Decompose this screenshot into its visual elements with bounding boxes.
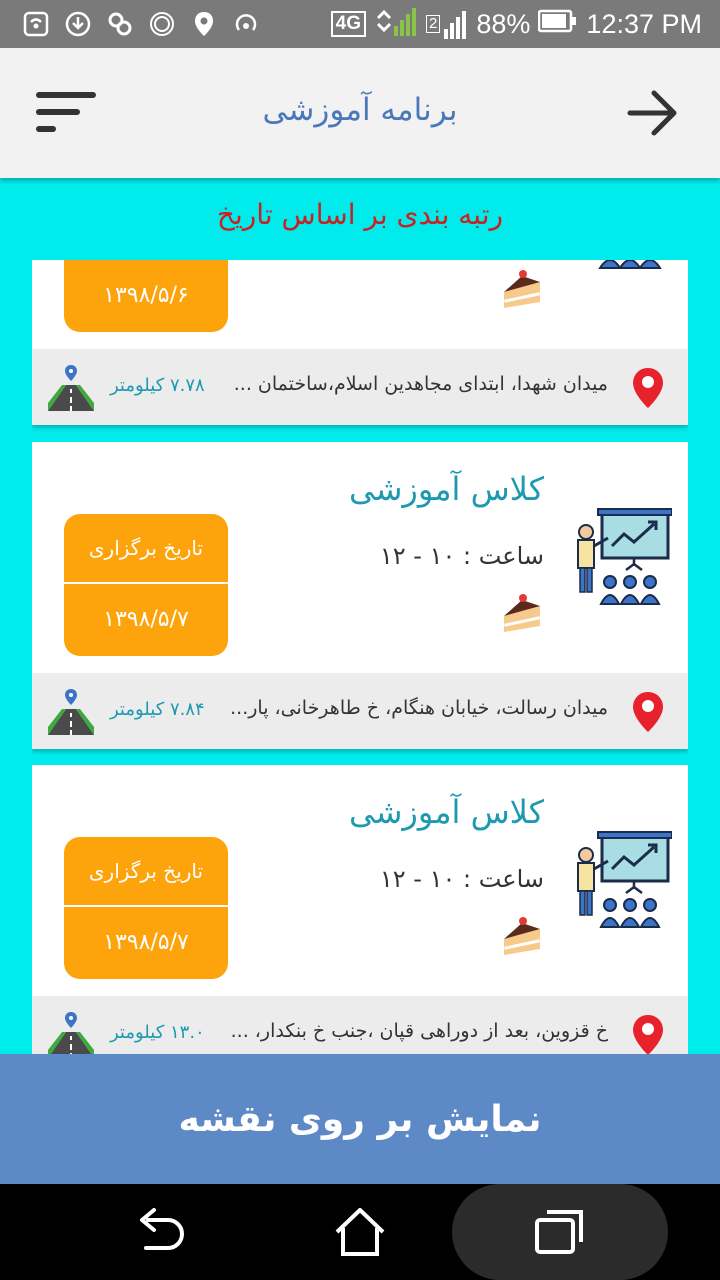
- battery-percent: 88%: [476, 8, 531, 39]
- sort-label[interactable]: رتبه بندی بر اساس تاریخ: [0, 198, 720, 231]
- network-type: 4G: [330, 11, 367, 37]
- address-bar[interactable]: میدان رسالت، خیابان هنگام، خ طاهرخانی، پ…: [32, 673, 688, 749]
- location-pin-icon: [633, 692, 663, 732]
- show-on-map-button[interactable]: نمایش بر روی نقشه: [0, 1054, 720, 1184]
- signal-icon: [374, 4, 418, 45]
- event-date: ۱۳۹۸/۵/۶: [103, 282, 189, 308]
- event-address: خ قزوین، بعد از دوراهی قپان ،جنب خ بنکدا…: [230, 1020, 608, 1042]
- address-bar[interactable]: میدان شهدا، ابتدای مجاهدین اسلام،ساختمان…: [32, 349, 688, 425]
- address-bar[interactable]: خ قزوین، بعد از دوراهی قپان ،جنب خ بنکدا…: [32, 996, 688, 1054]
- training-class-icon: [577, 831, 672, 928]
- event-distance: ۷.۷۸ کیلومتر: [110, 375, 205, 396]
- hotspot-icon: [232, 10, 260, 38]
- date-box: تاریخ برگزاری ۱۳۹۸/۵/۷: [64, 837, 228, 979]
- sync-icon: [148, 10, 176, 38]
- location-pin-icon: [633, 368, 663, 408]
- sim2-signal-icon: 2: [426, 9, 468, 39]
- training-class-icon: [577, 508, 672, 605]
- cake-icon: [504, 917, 541, 955]
- event-card[interactable]: کلاس آموزشی ساعت : ۱۰ - ۱۲ تاریخ برگزاری…: [32, 442, 688, 749]
- location-status-icon: [190, 10, 218, 38]
- wifi-hotspot-icon: [22, 10, 50, 38]
- sim-number: 2: [426, 15, 441, 33]
- link-icon: [106, 10, 134, 38]
- battery-icon: [538, 8, 578, 41]
- event-title: کلاس آموزشی: [348, 793, 544, 831]
- clock: 12:37 PM: [586, 8, 702, 39]
- event-time: ساعت : ۱۰ - ۱۲: [379, 865, 544, 893]
- event-title: کلاس آموزشی: [348, 470, 544, 508]
- event-address: میدان رسالت، خیابان هنگام، خ طاهرخانی، پ…: [230, 697, 608, 719]
- road-icon: [48, 689, 94, 735]
- status-bar: 4G 2 88% 12:37 PM: [0, 0, 720, 48]
- cake-icon: [504, 270, 541, 308]
- app-toolbar: برنامه آموزشی: [0, 48, 720, 178]
- system-nav-bar: [0, 1184, 720, 1280]
- download-icon: [64, 10, 92, 38]
- date-label: تاریخ برگزاری: [64, 514, 228, 584]
- training-class-icon: [598, 260, 662, 269]
- event-address: میدان شهدا، ابتدای مجاهدین اسلام،ساختمان…: [233, 373, 608, 395]
- back-arrow-icon[interactable]: [626, 86, 680, 140]
- event-date: ۱۳۹۸/۵/۷: [103, 606, 189, 632]
- event-card[interactable]: کلاس آموزشی ساعت : ۱۰ - ۱۲ تاریخ برگزاری…: [32, 765, 688, 1054]
- date-box: تاریخ برگزاری ۱۳۹۸/۵/۷: [64, 514, 228, 656]
- cake-icon: [504, 594, 541, 632]
- event-distance: ۱۳.۰ کیلومتر: [110, 1022, 205, 1043]
- event-time: ساعت : ۱۰ - ۱۲: [379, 542, 544, 570]
- event-distance: ۷.۸۴ کیلومتر: [110, 699, 205, 720]
- nav-home-icon[interactable]: [333, 1206, 387, 1258]
- event-list[interactable]: ۱۳۹۸/۵/۶ میدان شهدا، ابتدای مجاهدین اسلا…: [32, 260, 688, 1054]
- nav-recents-icon[interactable]: [533, 1206, 587, 1258]
- date-box: ۱۳۹۸/۵/۶: [64, 260, 228, 332]
- road-icon: [48, 365, 94, 411]
- road-icon: [48, 1012, 94, 1054]
- date-label: تاریخ برگزاری: [64, 837, 228, 907]
- page-title: برنامه آموزشی: [262, 92, 458, 128]
- location-pin-icon: [633, 1015, 663, 1054]
- event-card[interactable]: ۱۳۹۸/۵/۶ میدان شهدا، ابتدای مجاهدین اسلا…: [32, 260, 688, 425]
- event-date: ۱۳۹۸/۵/۷: [103, 929, 189, 955]
- nav-back-icon[interactable]: [134, 1206, 188, 1258]
- menu-icon[interactable]: [36, 90, 98, 134]
